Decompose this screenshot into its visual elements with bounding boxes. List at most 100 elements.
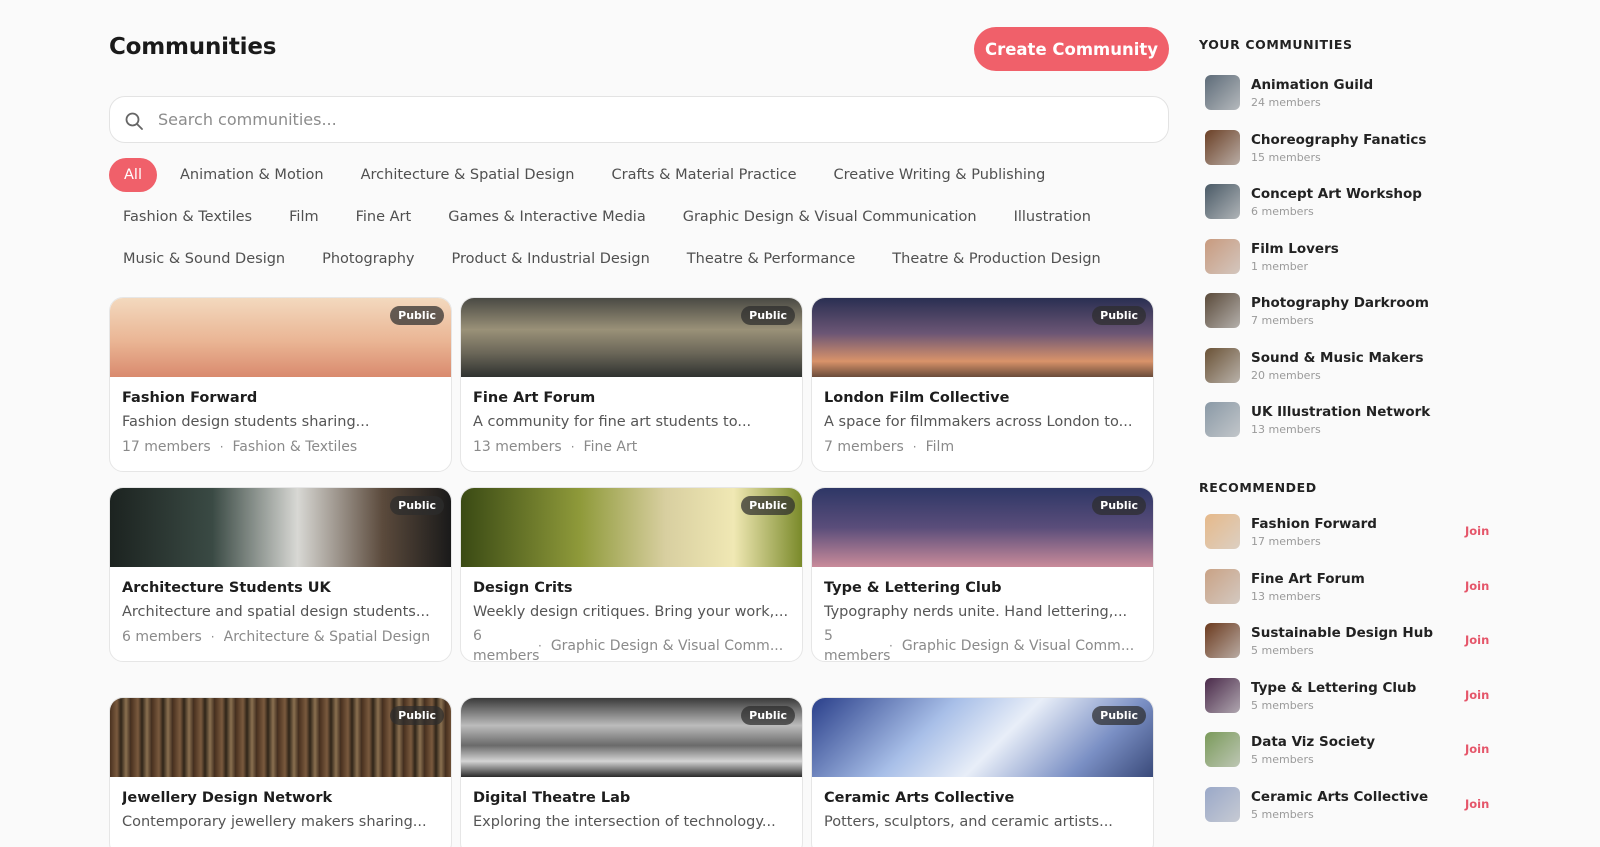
card-body: Type & Lettering Club Typography nerds un… <box>812 567 1153 661</box>
filter-chip[interactable]: Product & Industrial Design <box>438 242 664 276</box>
card-body: Digital Theatre Lab Exploring the interse… <box>461 777 802 840</box>
search-icon <box>125 112 143 130</box>
public-badge: Public <box>741 496 795 515</box>
sidebar-community-item[interactable]: Fashion Forward 17 members Join <box>1205 512 1499 567</box>
filter-chip[interactable]: Theatre & Performance <box>673 242 870 276</box>
card-title: London Film Collective <box>824 390 1010 406</box>
public-badge: Public <box>390 706 444 725</box>
join-button[interactable]: Join <box>1465 633 1489 647</box>
card-title: Ceramic Arts Collective <box>824 790 1015 806</box>
member-count: 6 members <box>1251 205 1314 218</box>
community-thumbnail <box>1205 568 1240 604</box>
recommended-heading: RECOMMENDED <box>1199 480 1317 495</box>
card-body: Fashion Forward Fashion design students s… <box>110 377 451 465</box>
card-category: Graphic Design & Visual Comm... <box>901 638 1135 654</box>
card-meta: 5 members · Graphic Design & Visual Comm..… <box>824 626 1141 661</box>
sidebar-community-item[interactable]: Data Viz Society 5 members Join <box>1205 730 1499 785</box>
filter-chip[interactable]: Creative Writing & Publishing <box>820 158 1060 192</box>
member-count: 6 members <box>122 629 202 645</box>
card-meta: 6 members · Graphic Design & Visual Comm..… <box>473 626 790 661</box>
member-count: 1 member <box>1251 259 1308 273</box>
filter-chip[interactable]: Graphic Design & Visual Communication <box>669 200 991 234</box>
create-community-button[interactable]: Create Community <box>974 27 1169 71</box>
card-body: Architecture Students UK Architecture and… <box>110 567 451 655</box>
community-name: Sustainable Design Hub <box>1251 625 1433 641</box>
community-card[interactable]: Public Digital Theatre Lab Exploring the i… <box>460 697 803 847</box>
filter-chip[interactable]: Music & Sound Design <box>109 242 299 276</box>
sidebar-community-item[interactable]: Fine Art Forum 13 members Join <box>1205 567 1499 622</box>
card-meta: 7 members · Film <box>824 439 1141 455</box>
sidebar-community-item[interactable]: Type & Lettering Club 5 members Join <box>1205 676 1499 731</box>
sidebar-community-item[interactable]: UK Illustration Network 13 members <box>1205 400 1499 455</box>
card-description: Fashion design students sharing... <box>122 414 370 430</box>
filter-chip[interactable]: Animation & Motion <box>166 158 338 192</box>
card-description: Typography nerds unite. Hand lettering,.… <box>824 604 1128 620</box>
card-meta: 13 members · Fine Art <box>473 439 790 455</box>
community-name: Animation Guild <box>1251 77 1374 93</box>
sidebar-community-item[interactable]: Animation Guild 24 members <box>1205 73 1499 128</box>
sidebar-community-item[interactable]: Choreography Fanatics 15 members <box>1205 128 1499 183</box>
filter-chip[interactable]: Architecture & Spatial Design <box>347 158 589 192</box>
card-description: A space for filmmakers across London to.… <box>824 414 1133 430</box>
search-input[interactable] <box>158 97 1148 142</box>
community-card[interactable]: Public Jewellery Design Network Contempora… <box>109 697 452 847</box>
your-communities-heading: YOUR COMMUNITIES <box>1199 37 1353 52</box>
card-image: Public <box>461 488 802 567</box>
community-name: Photography Darkroom <box>1251 295 1429 311</box>
card-description: Exploring the intersection of technology… <box>473 814 776 830</box>
filter-chip[interactable]: Film <box>275 200 332 234</box>
recommended-list: Fashion Forward 17 members Join Fine Art Fo… <box>1205 512 1499 839</box>
card-description: Contemporary jewellery makers sharing... <box>122 814 427 830</box>
public-badge: Public <box>1092 306 1146 325</box>
sidebar-community-item[interactable]: Photography Darkroom 7 members <box>1205 291 1499 346</box>
public-badge: Public <box>1092 706 1146 725</box>
member-count: 15 members <box>1251 150 1321 164</box>
community-card[interactable]: Public Fashion Forward Fashion design stud… <box>109 297 452 472</box>
sidebar-community-item[interactable]: Ceramic Arts Collective 5 members Join <box>1205 785 1499 840</box>
community-card[interactable]: Public Architecture Students UK Architectu… <box>109 487 452 662</box>
search-box[interactable] <box>109 96 1169 143</box>
community-card[interactable]: Public Fine Art Forum A community for fine… <box>460 297 803 472</box>
community-name: Ceramic Arts Collective <box>1251 788 1429 805</box>
join-button[interactable]: Join <box>1465 797 1489 811</box>
community-card[interactable]: Public Ceramic Arts Collective Potters, sc… <box>811 697 1154 847</box>
sidebar-community-item[interactable]: Sustainable Design Hub 5 members Join <box>1205 621 1499 676</box>
member-count: 7 members <box>824 439 904 455</box>
member-count: 7 members <box>1251 314 1314 327</box>
filter-chip[interactable]: Fashion & Textiles <box>109 200 266 234</box>
join-button[interactable]: Join <box>1465 579 1489 593</box>
join-button[interactable]: Join <box>1465 524 1489 538</box>
community-thumbnail <box>1205 786 1240 822</box>
community-card[interactable]: Public London Film Collective A space for … <box>811 297 1154 472</box>
card-title: Fine Art Forum <box>473 390 596 406</box>
sidebar-community-item[interactable]: Concept Art Workshop 6 members <box>1205 182 1499 237</box>
filter-chip[interactable]: Games & Interactive Media <box>434 200 660 234</box>
join-button[interactable]: Join <box>1465 688 1489 702</box>
card-category: Fashion & Textiles <box>232 439 358 455</box>
member-count: 5 members <box>1251 807 1314 821</box>
meta-separator: · <box>570 440 575 454</box>
card-image: Public <box>461 698 802 777</box>
card-category: Architecture & Spatial Design <box>223 629 431 645</box>
community-card[interactable]: Public Design Crits Weekly design critique… <box>460 487 803 662</box>
filter-chip[interactable]: Theatre & Production Design <box>878 242 1114 276</box>
card-category: Graphic Design & Visual Comm... <box>550 638 784 654</box>
community-name: Data Viz Society <box>1251 734 1376 750</box>
community-card[interactable]: Public Type & Lettering Club Typography ne… <box>811 487 1154 662</box>
filter-chip[interactable]: Photography <box>308 242 428 276</box>
member-count: 5 members <box>1251 698 1314 712</box>
sidebar-community-item[interactable]: Sound & Music Makers 20 members <box>1205 346 1499 401</box>
card-title: Fashion Forward <box>122 390 258 406</box>
filter-chip[interactable]: Crafts & Material Practice <box>597 158 810 192</box>
card-body: London Film Collective A space for filmma… <box>812 377 1153 465</box>
card-image: Public <box>110 298 451 377</box>
member-count: 17 members <box>122 439 211 455</box>
filter-chip[interactable]: Fine Art <box>342 200 426 234</box>
filter-chip[interactable]: All <box>109 158 157 192</box>
filter-chip[interactable]: Illustration <box>1000 200 1105 234</box>
community-thumbnail <box>1205 402 1240 437</box>
community-thumbnail <box>1205 732 1240 767</box>
join-button[interactable]: Join <box>1465 742 1489 756</box>
community-name: Choreography Fanatics <box>1251 131 1427 148</box>
sidebar-community-item[interactable]: Film Lovers 1 member <box>1205 237 1499 292</box>
